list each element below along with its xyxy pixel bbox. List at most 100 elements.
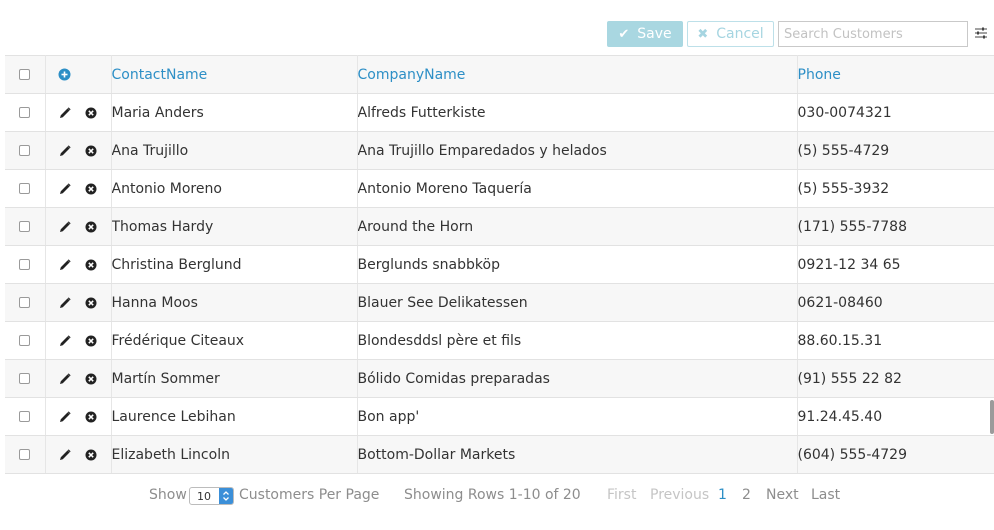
cell-companyname: Ana Trujillo Emparedados y helados — [357, 131, 798, 170]
cell-phone: 0621-08460 — [797, 283, 994, 322]
cell-contactname: Laurence Lebihan — [111, 397, 358, 436]
table-row[interactable]: Martín Sommer Bólido Comidas preparadas (9… — [5, 359, 994, 398]
table-row[interactable]: Laurence Lebihan Bon app' 91.24.45.40 — [5, 397, 994, 436]
cell-companyname: Alfreds Futterkiste — [357, 93, 798, 132]
cell-companyname: Bólido Comidas preparadas — [357, 359, 798, 398]
per-page-select[interactable]: 10 — [189, 487, 234, 505]
row-select-cell — [5, 245, 46, 284]
per-page-value: 10 — [197, 490, 211, 503]
table-row[interactable]: Frédérique Citeaux Blondesddsl père et fi… — [5, 321, 994, 360]
pager: Show Customers Per Page Showing Rows 1-1… — [0, 481, 994, 509]
cell-contactname: Christina Berglund — [111, 245, 358, 284]
show-label: Show — [149, 487, 187, 503]
edit-pencil-icon[interactable] — [59, 106, 71, 119]
delete-x-circle-icon[interactable] — [85, 449, 97, 461]
pager-page-2[interactable]: 2 — [742, 487, 751, 503]
row-checkbox[interactable] — [19, 297, 30, 308]
row-checkbox[interactable] — [19, 335, 30, 346]
select-arrows-icon — [219, 488, 233, 504]
pager-last[interactable]: Last — [811, 487, 840, 503]
pager-page-1[interactable]: 1 — [718, 487, 727, 503]
row-actions-cell — [45, 169, 112, 208]
header-actions-cell — [45, 55, 112, 94]
row-checkbox[interactable] — [19, 411, 30, 422]
select-all-checkbox[interactable] — [19, 69, 30, 80]
row-select-cell — [5, 207, 46, 246]
search-input[interactable] — [778, 21, 968, 47]
scrollbar-thumb[interactable] — [990, 400, 994, 434]
row-actions — [46, 106, 111, 119]
cell-phone: (5) 555-4729 — [797, 131, 994, 170]
row-actions-cell — [45, 207, 112, 246]
edit-pencil-icon[interactable] — [59, 334, 71, 347]
row-checkbox[interactable] — [19, 107, 30, 118]
delete-x-circle-icon[interactable] — [85, 221, 97, 233]
delete-x-circle-icon[interactable] — [85, 259, 97, 271]
table-row[interactable]: Antonio Moreno Antonio Moreno Taquería (5)… — [5, 169, 994, 208]
pager-previous[interactable]: Previous — [650, 487, 709, 503]
row-select-cell — [5, 283, 46, 322]
row-actions-cell — [45, 359, 112, 398]
edit-pencil-icon[interactable] — [59, 296, 71, 309]
edit-pencil-icon[interactable] — [59, 220, 71, 233]
pager-next[interactable]: Next — [766, 487, 799, 503]
close-icon: ✖ — [697, 26, 709, 42]
edit-pencil-icon[interactable] — [59, 258, 71, 271]
row-checkbox[interactable] — [19, 145, 30, 156]
cell-phone: (604) 555-4729 — [797, 435, 994, 474]
delete-x-circle-icon[interactable] — [85, 183, 97, 195]
row-actions — [46, 296, 111, 309]
cell-phone: (91) 555 22 82 — [797, 359, 994, 398]
cancel-label: Cancel — [716, 26, 764, 42]
edit-pencil-icon[interactable] — [59, 372, 71, 385]
row-checkbox[interactable] — [19, 183, 30, 194]
filter-settings-icon[interactable] — [975, 27, 987, 39]
customers-grid: ContactName CompanyName Phone Maria Ande… — [5, 55, 994, 474]
table-row[interactable]: Ana Trujillo Ana Trujillo Emparedados y h… — [5, 131, 994, 170]
cell-companyname: Blondesddsl père et fils — [357, 321, 798, 360]
edit-pencil-icon[interactable] — [59, 182, 71, 195]
save-button[interactable]: ✔ Save — [607, 21, 683, 47]
cancel-button[interactable]: ✖ Cancel — [687, 21, 774, 47]
row-checkbox[interactable] — [19, 373, 30, 384]
row-select-cell — [5, 435, 46, 474]
pager-first[interactable]: First — [607, 487, 636, 503]
column-header-phone[interactable]: Phone — [797, 55, 994, 94]
cell-companyname: Antonio Moreno Taquería — [357, 169, 798, 208]
row-checkbox[interactable] — [19, 449, 30, 460]
column-header-contactname[interactable]: ContactName — [111, 55, 358, 94]
delete-x-circle-icon[interactable] — [85, 411, 97, 423]
cell-phone: 91.24.45.40 — [797, 397, 994, 436]
cell-contactname: Martín Sommer — [111, 359, 358, 398]
cell-phone: (5) 555-3932 — [797, 169, 994, 208]
delete-x-circle-icon[interactable] — [85, 373, 97, 385]
row-actions — [46, 182, 111, 195]
delete-x-circle-icon[interactable] — [85, 297, 97, 309]
delete-x-circle-icon[interactable] — [85, 107, 97, 119]
cell-contactname: Frédérique Citeaux — [111, 321, 358, 360]
toolbar: ✔ Save ✖ Cancel — [0, 0, 994, 50]
row-checkbox[interactable] — [19, 259, 30, 270]
delete-x-circle-icon[interactable] — [85, 145, 97, 157]
column-header-companyname[interactable]: CompanyName — [357, 55, 798, 94]
header-select-cell — [5, 55, 46, 94]
row-checkbox[interactable] — [19, 221, 30, 232]
row-actions — [46, 220, 111, 233]
table-row[interactable]: Elizabeth Lincoln Bottom-Dollar Markets (6… — [5, 435, 994, 474]
table-row[interactable]: Hanna Moos Blauer See Delikatessen 0621-08… — [5, 283, 994, 322]
cell-phone: 030-0074321 — [797, 93, 994, 132]
row-select-cell — [5, 131, 46, 170]
table-row[interactable]: Maria Anders Alfreds Futterkiste 030-00743… — [5, 93, 994, 132]
edit-pencil-icon[interactable] — [59, 144, 71, 157]
add-plus-circle-icon[interactable] — [58, 68, 71, 81]
row-actions-cell — [45, 435, 112, 474]
check-icon: ✔ — [618, 26, 630, 42]
edit-pencil-icon[interactable] — [59, 410, 71, 423]
cell-contactname: Thomas Hardy — [111, 207, 358, 246]
delete-x-circle-icon[interactable] — [85, 335, 97, 347]
table-row[interactable]: Thomas Hardy Around the Horn (171) 555-778… — [5, 207, 994, 246]
table-row[interactable]: Christina Berglund Berglunds snabbköp 0921… — [5, 245, 994, 284]
edit-pencil-icon[interactable] — [59, 448, 71, 461]
showing-rows-text: Showing Rows 1-10 of 20 — [404, 487, 581, 503]
row-actions — [46, 144, 111, 157]
